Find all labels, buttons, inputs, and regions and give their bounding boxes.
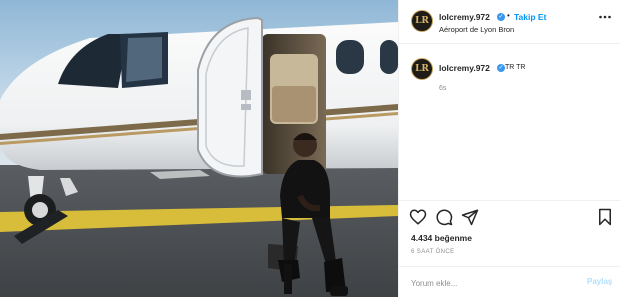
avatar[interactable]: LR bbox=[411, 10, 433, 32]
more-horizontal-icon[interactable] bbox=[598, 10, 612, 24]
share-icon[interactable] bbox=[461, 208, 479, 226]
bookmark-icon[interactable] bbox=[596, 208, 614, 226]
verified-badge-icon: ✓ bbox=[497, 13, 505, 21]
heart-icon[interactable] bbox=[409, 208, 427, 226]
instagram-post: LR lolcremy.972 ✓ • Takip Et Aéroport de… bbox=[0, 0, 620, 297]
caption-username-link[interactable]: lolcremy.972 bbox=[439, 63, 490, 73]
action-bar bbox=[399, 200, 620, 230]
verified-badge-icon: ✓ bbox=[497, 64, 505, 72]
caption-avatar[interactable]: LR bbox=[411, 58, 433, 80]
caption-time-ago: 6s bbox=[439, 85, 447, 92]
follow-button[interactable]: Takip Et bbox=[514, 12, 546, 22]
post-comment-button[interactable]: Paylaş bbox=[587, 277, 612, 286]
comment-input[interactable] bbox=[411, 276, 571, 290]
comment-icon[interactable] bbox=[435, 208, 453, 226]
location-link[interactable]: Aéroport de Lyon Bron bbox=[439, 25, 514, 34]
separator-dot: • bbox=[507, 11, 510, 20]
post-date[interactable]: 6 SAAT ÖNCE bbox=[411, 249, 455, 255]
caption-text: TR TR bbox=[505, 64, 526, 71]
likes-count[interactable]: 4.434 beğenme bbox=[411, 233, 472, 243]
jet-photo-illustration bbox=[0, 0, 398, 297]
post-sidebar: LR lolcremy.972 ✓ • Takip Et Aéroport de… bbox=[398, 0, 620, 297]
post-photo[interactable] bbox=[0, 0, 398, 297]
username-link[interactable]: lolcremy.972 bbox=[439, 12, 490, 22]
comment-bar: Paylaş bbox=[399, 266, 620, 297]
post-header: LR lolcremy.972 ✓ • Takip Et Aéroport de… bbox=[399, 0, 620, 44]
